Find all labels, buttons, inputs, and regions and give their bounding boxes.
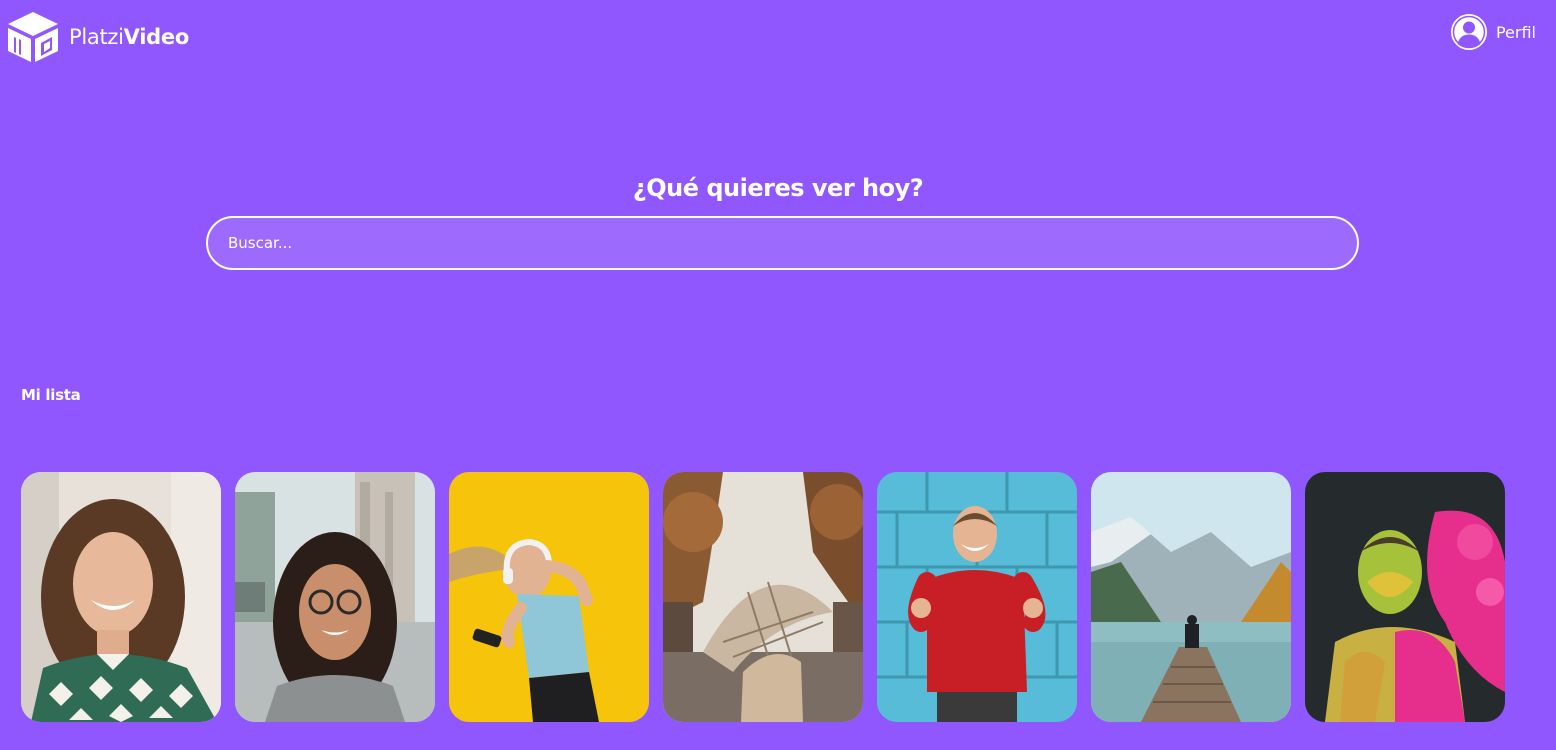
carousel-item[interactable]: [21, 472, 221, 722]
logo-text: PlatziVideo: [69, 25, 189, 49]
logo[interactable]: PlatziVideo: [5, 10, 189, 64]
profile-label: Perfil: [1495, 22, 1536, 42]
person-umbrella-autumn-street-photo: [663, 472, 863, 722]
carousel-item[interactable]: [663, 472, 863, 722]
carousel-item[interactable]: [877, 472, 1077, 722]
my-list-carousel: [21, 472, 1505, 722]
carousel-item[interactable]: [449, 472, 649, 722]
search-input[interactable]: [206, 216, 1359, 270]
my-list-title: Mi lista: [21, 386, 81, 404]
carousel-item[interactable]: [1091, 472, 1291, 722]
cube-logo-icon: [8, 12, 58, 62]
carousel-item[interactable]: [235, 472, 435, 722]
woman-headphones-yellow-background-photo: [449, 472, 649, 722]
header: PlatziVideo Perfil: [0, 0, 1556, 72]
logo-text-light: Platzi: [69, 25, 124, 49]
user-avatar-icon: [1450, 14, 1487, 50]
carousel-item[interactable]: [1305, 472, 1505, 722]
man-colored-powder-photo: [1305, 472, 1505, 722]
man-red-sweater-celebrating-photo: [877, 472, 1077, 722]
person-on-pier-mountain-lake-photo: [1091, 472, 1291, 722]
woman-curly-hair-smiling-photo: [21, 472, 221, 722]
profile-menu[interactable]: Perfil: [1450, 13, 1536, 51]
woman-glasses-street-photo: [235, 472, 435, 722]
search-title: ¿Qué quieres ver hoy?: [632, 174, 924, 202]
logo-text-bold: Video: [123, 25, 190, 49]
